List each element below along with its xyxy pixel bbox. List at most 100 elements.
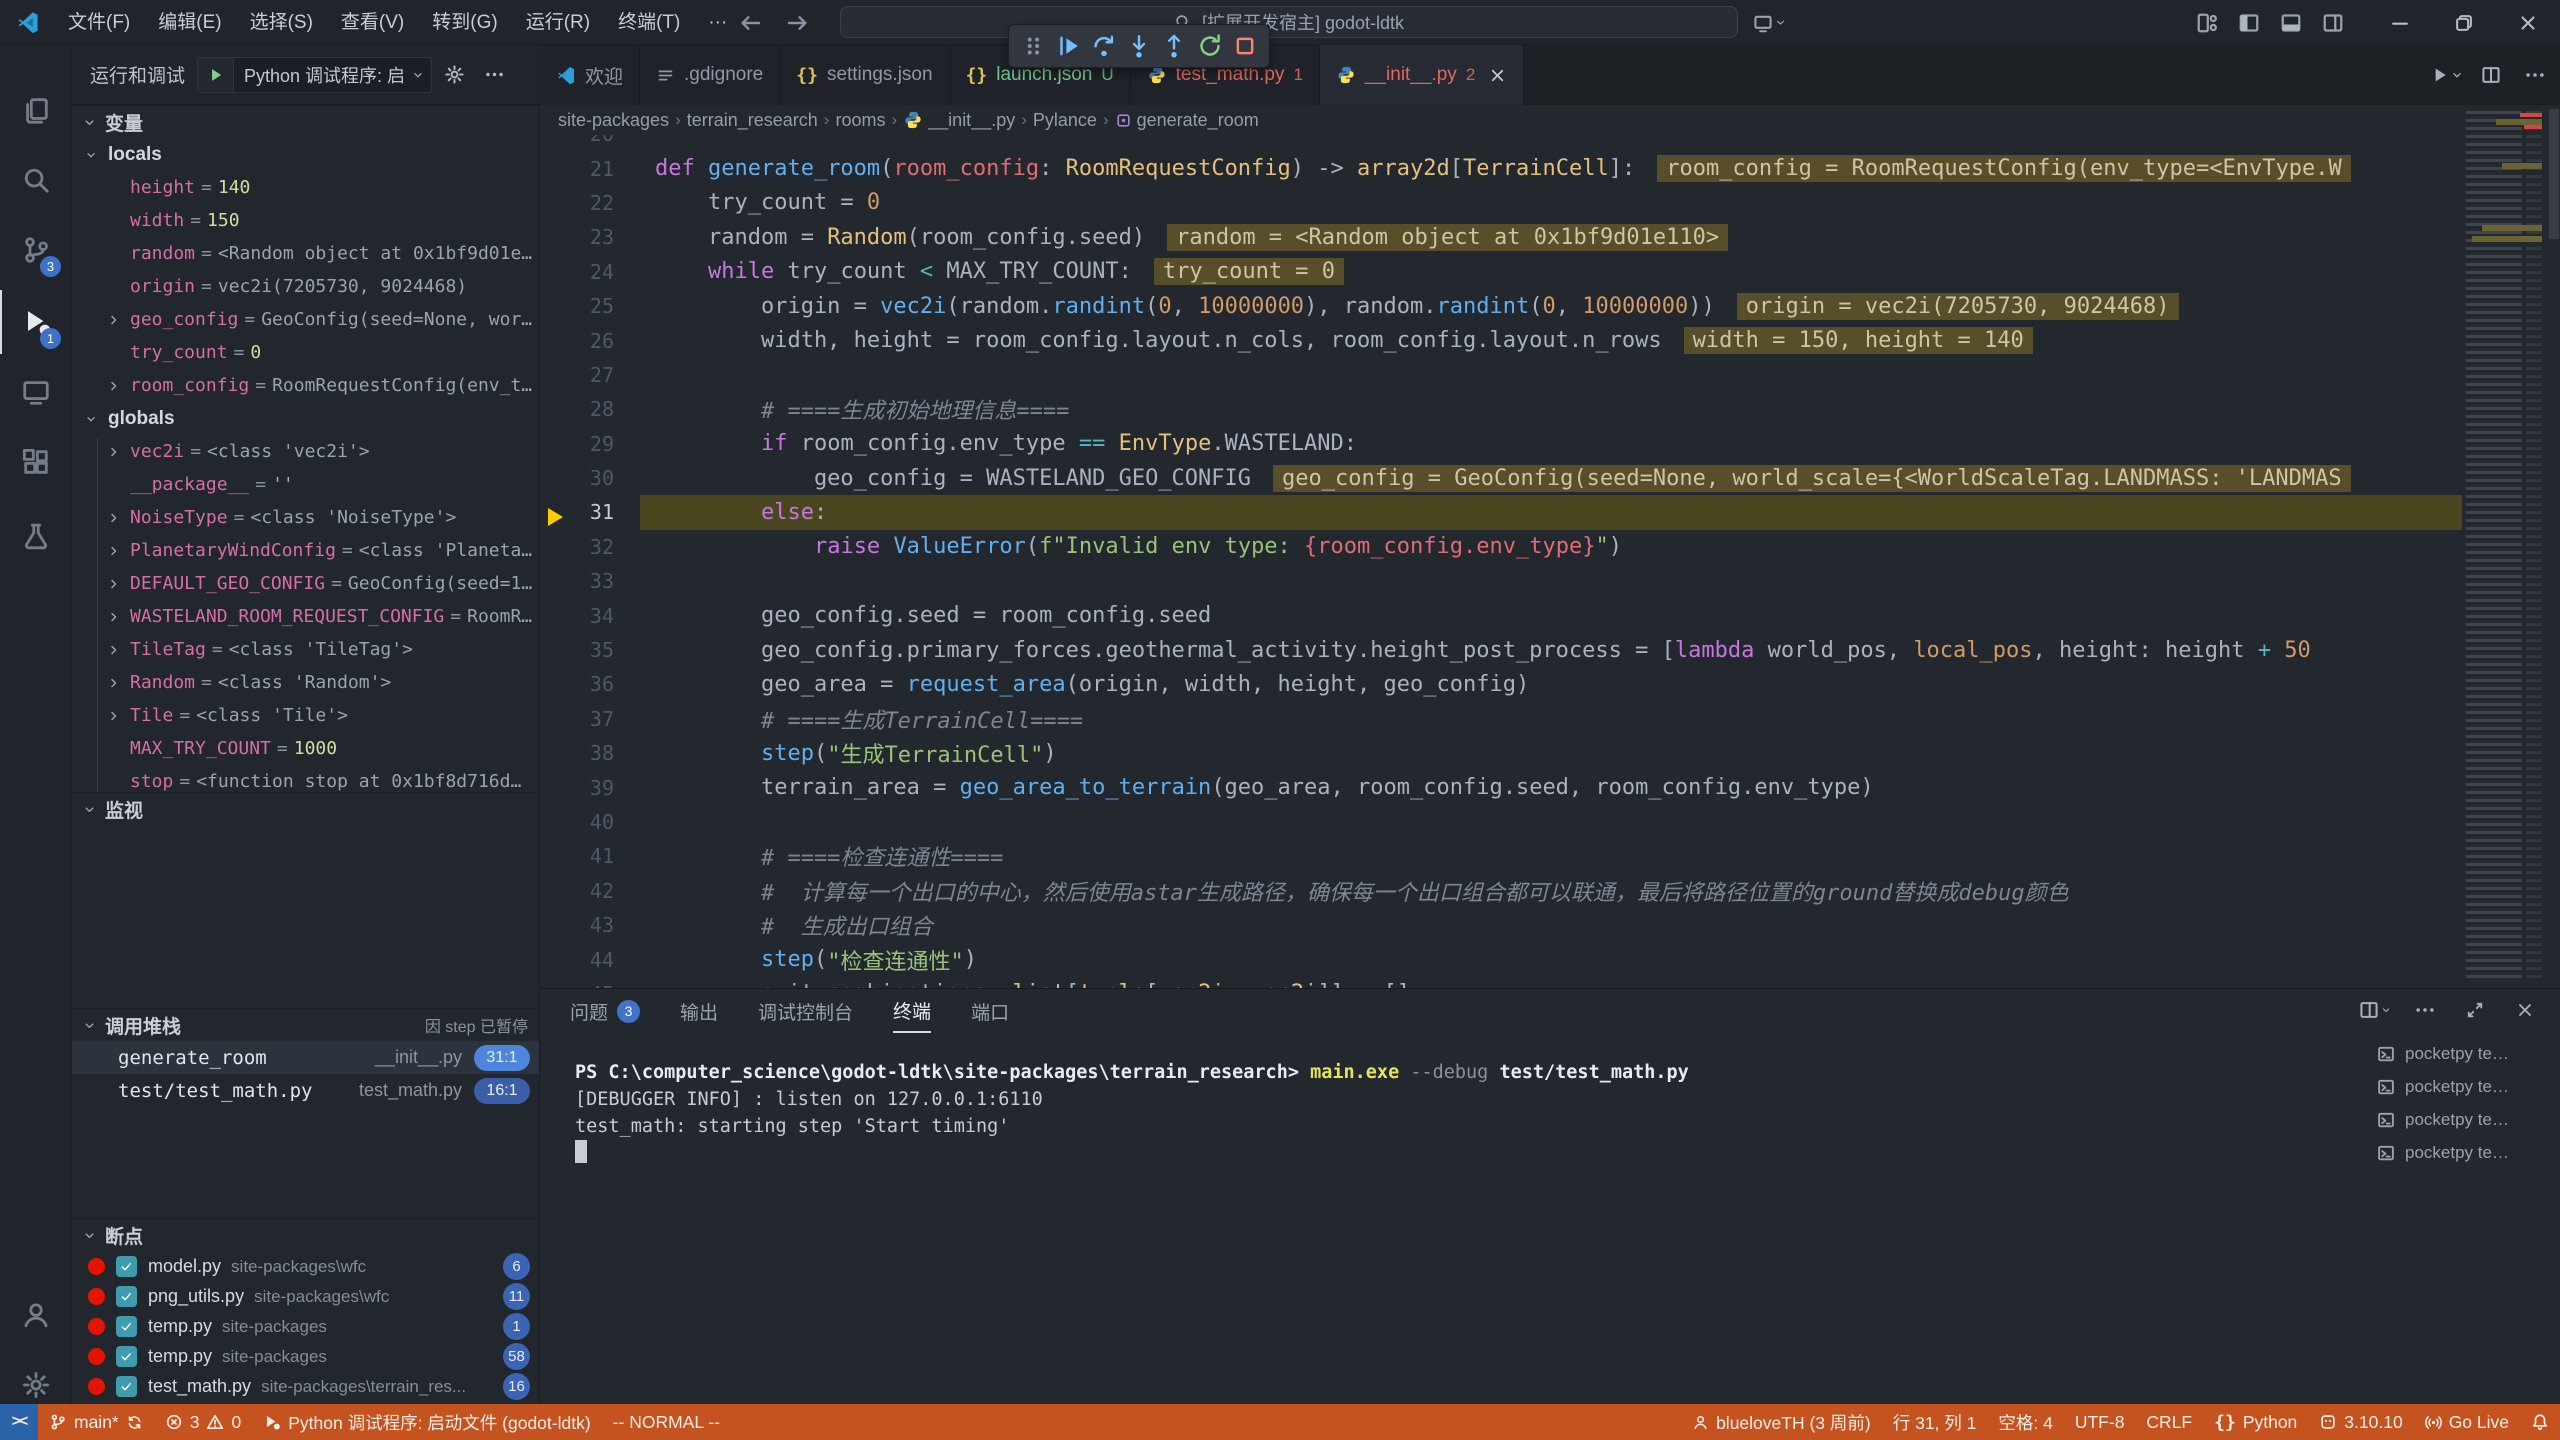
- code-line[interactable]: 23 random = Random(room_config.seed)rand…: [540, 220, 2462, 254]
- git-branch-status[interactable]: main*: [38, 1404, 154, 1440]
- code-line[interactable]: 26 width, height = room_config.layout.n_…: [540, 323, 2462, 357]
- split-editor-button[interactable]: [2472, 56, 2510, 94]
- variable-row[interactable]: TileTag=<class 'TileTag'>: [72, 633, 540, 666]
- breadcrumb-item[interactable]: generate_room: [1115, 110, 1259, 131]
- code-line[interactable]: 35 geo_config.primary_forces.geothermal_…: [540, 633, 2462, 667]
- tab--gdignore[interactable]: .gdignore: [640, 45, 780, 105]
- python-interpreter-status[interactable]: 3.10.10: [2308, 1404, 2413, 1440]
- code-line[interactable]: 40: [540, 805, 2462, 839]
- code-line[interactable]: 36 geo_area = request_area(origin, width…: [540, 667, 2462, 701]
- variable-row[interactable]: vec2i=<class 'vec2i'>: [72, 435, 540, 468]
- tab-__init__-py[interactable]: __init__.py2: [1320, 45, 1524, 105]
- terminal-output[interactable]: PS C:\computer_science\godot-ldtk\site-p…: [575, 1059, 2335, 1167]
- code-line[interactable]: 39 terrain_area = geo_area_to_terrain(ge…: [540, 770, 2462, 804]
- variable-row[interactable]: NoiseType=<class 'NoiseType'>: [72, 501, 540, 534]
- nav-back-icon[interactable]: [733, 7, 767, 38]
- toggle-panel-icon[interactable]: [2270, 0, 2312, 45]
- window-close-button[interactable]: [2496, 0, 2560, 45]
- watch-section-header[interactable]: 监视: [72, 792, 540, 825]
- code-line[interactable]: 45 exit_combinations: list[tuple[vec2i, …: [540, 977, 2462, 988]
- indentation-status[interactable]: 空格: 4: [1987, 1404, 2063, 1440]
- menu-item-3[interactable]: 查看(V): [327, 0, 418, 45]
- breadcrumb-item[interactable]: Pylance: [1033, 110, 1097, 131]
- breadcrumb-item[interactable]: terrain_research: [687, 110, 818, 131]
- debug-views-more-icon[interactable]: [476, 57, 512, 93]
- stop-button[interactable]: [1229, 30, 1261, 62]
- breadcrumb-item[interactable]: site-packages: [558, 110, 669, 131]
- panel-close-icon[interactable]: [2508, 993, 2542, 1027]
- variable-row[interactable]: MAX_TRY_COUNT=1000: [72, 732, 540, 765]
- terminal-layout-icon[interactable]: [2358, 993, 2392, 1027]
- vim-mode-status[interactable]: -- NORMAL --: [602, 1404, 731, 1440]
- continue-button[interactable]: [1052, 30, 1084, 62]
- breakpoint-row[interactable]: test_math.pysite-packages\terrain_res...…: [72, 1371, 540, 1401]
- activity-run-and-debug[interactable]: 1: [0, 290, 72, 354]
- tab-settings-json[interactable]: {}settings.json: [780, 45, 949, 105]
- problems-status[interactable]: 3 0: [154, 1404, 252, 1440]
- breakpoint-row[interactable]: png_utils.pysite-packages\wfc11: [72, 1281, 540, 1311]
- menu-item-4[interactable]: 转到(G): [418, 0, 511, 45]
- start-debug-icon[interactable]: [198, 57, 234, 93]
- variable-row[interactable]: width=150: [72, 204, 540, 237]
- current-execution-line[interactable]: 31 else:: [540, 495, 2462, 529]
- window-restore-button[interactable]: [2432, 0, 2496, 45]
- call-stack-section-header[interactable]: 调用堆栈 因 step 已暂停: [72, 1008, 540, 1041]
- code-line[interactable]: 20: [540, 135, 2462, 151]
- notifications-bell[interactable]: [2520, 1404, 2560, 1440]
- menu-item-2[interactable]: 选择(S): [236, 0, 327, 45]
- variable-row[interactable]: Tile=<class 'Tile'>: [72, 699, 540, 732]
- variable-row[interactable]: stop=<function stop at 0x1bf8d716d…: [72, 765, 540, 792]
- window-minimize-button[interactable]: [2368, 0, 2432, 45]
- variables-scope-row[interactable]: locals: [72, 138, 540, 171]
- code-line[interactable]: 22 try_count = 0: [540, 186, 2462, 220]
- variable-row[interactable]: room_config=RoomRequestConfig(env_t…: [72, 369, 540, 402]
- breakpoint-checkbox[interactable]: [116, 1256, 137, 1277]
- panel-tab-调试控制台[interactable]: 调试控制台: [758, 989, 853, 1033]
- panel-more-actions-icon[interactable]: [2408, 993, 2442, 1027]
- menu-item-5[interactable]: 运行(R): [512, 0, 604, 45]
- call-stack-frame[interactable]: generate_room__init__.py31:1: [72, 1041, 540, 1074]
- tab--[interactable]: 欢迎: [540, 45, 640, 105]
- debug-session-status[interactable]: Python 调试程序: 启动文件 (godot-ldtk): [252, 1404, 601, 1440]
- terminal-instance-item[interactable]: pocketpy te…: [2376, 1136, 2546, 1169]
- breakpoint-row[interactable]: model.pysite-packages\wfc6: [72, 1251, 540, 1281]
- variable-row[interactable]: try_count=0: [72, 336, 540, 369]
- variable-row[interactable]: DEFAULT_GEO_CONFIG=GeoConfig(seed=1…: [72, 567, 540, 600]
- panel-tab-端口[interactable]: 端口: [971, 989, 1009, 1033]
- launch-config-dropdown[interactable]: Python 调试程序: 启: [197, 57, 432, 93]
- restart-button[interactable]: [1194, 30, 1226, 62]
- editor-scrollbar[interactable]: [2548, 105, 2560, 988]
- breakpoint-checkbox[interactable]: [116, 1346, 137, 1367]
- code-line[interactable]: 42 # 计算每一个出口的中心，然后使用astar生成路径，确保每一个出口组合都…: [540, 874, 2462, 908]
- menu-item-0[interactable]: 文件(F): [54, 0, 144, 45]
- code-line[interactable]: 29 if room_config.env_type == EnvType.WA…: [540, 427, 2462, 461]
- encoding-status[interactable]: UTF-8: [2064, 1404, 2136, 1440]
- activity-remote-explorer[interactable]: [0, 360, 72, 424]
- panel-maximize-icon[interactable]: [2458, 993, 2492, 1027]
- breakpoint-row[interactable]: temp.pysite-packages58: [72, 1341, 540, 1371]
- remote-window-dropdown[interactable]: [1748, 0, 1790, 45]
- variable-row[interactable]: Random=<class 'Random'>: [72, 666, 540, 699]
- breadcrumb-item[interactable]: rooms: [835, 110, 885, 131]
- code-line[interactable]: 33: [540, 564, 2462, 598]
- variable-row[interactable]: geo_config=GeoConfig(seed=None, wor…: [72, 303, 540, 336]
- variable-row[interactable]: WASTELAND_ROOM_REQUEST_CONFIG=RoomR…: [72, 600, 540, 633]
- step-into-button[interactable]: [1123, 30, 1155, 62]
- variable-row[interactable]: random=<Random object at 0x1bf9d01e…: [72, 237, 540, 270]
- variables-scope-row[interactable]: globals: [72, 402, 540, 435]
- debug-settings-gear-icon[interactable]: [436, 57, 472, 93]
- code-line[interactable]: 28 # ====生成初始地理信息====: [540, 392, 2462, 426]
- breakpoints-section-header[interactable]: 断点: [72, 1218, 540, 1251]
- variable-row[interactable]: origin=vec2i(7205730, 9024468): [72, 270, 540, 303]
- activity-testing[interactable]: [0, 504, 72, 568]
- panel-tab-输出[interactable]: 输出: [680, 989, 718, 1033]
- breakpoint-row[interactable]: temp.pysite-packages1: [72, 1311, 540, 1341]
- language-mode-status[interactable]: {} Python: [2203, 1404, 2308, 1440]
- terminal-instance-item[interactable]: pocketpy te…: [2376, 1070, 2546, 1103]
- breakpoint-checkbox[interactable]: [116, 1316, 137, 1337]
- minimap[interactable]: [2462, 105, 2548, 988]
- remote-indicator[interactable]: ><: [0, 1404, 38, 1440]
- code-editor[interactable]: 2021def generate_room(room_config: RoomR…: [540, 135, 2462, 988]
- menu-item-1[interactable]: 编辑(E): [144, 0, 235, 45]
- activity-search[interactable]: [0, 148, 72, 212]
